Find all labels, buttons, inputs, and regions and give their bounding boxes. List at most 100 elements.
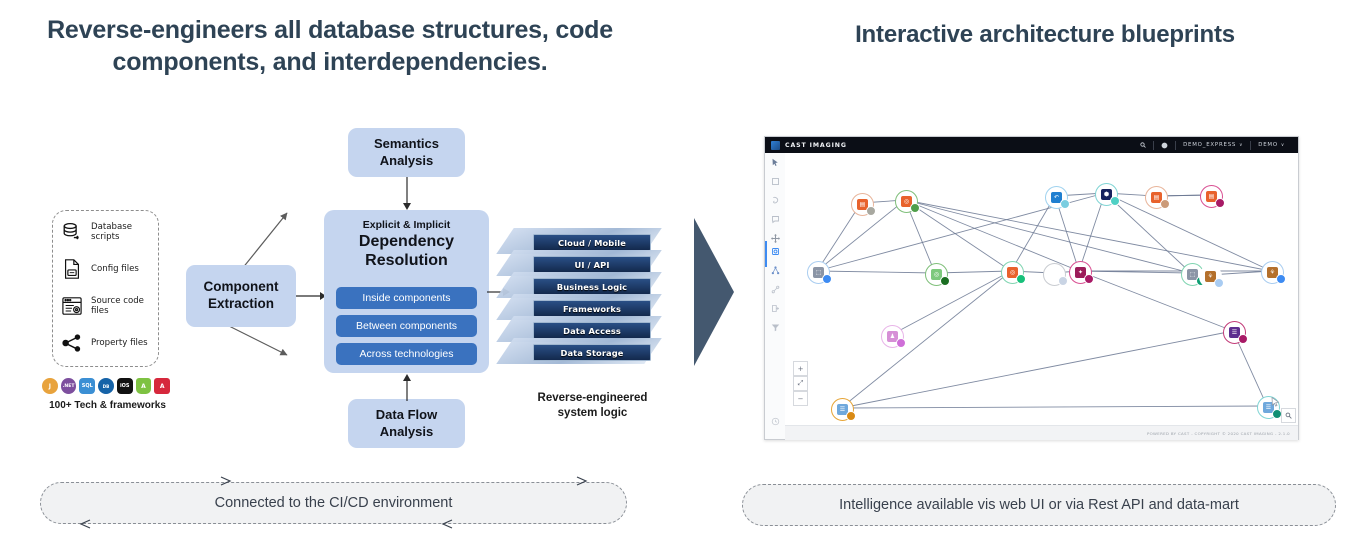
graph-edge — [904, 199, 1080, 272]
intelligence-bar-label: Intelligence available vis web UI or via… — [839, 497, 1239, 513]
database-icon — [59, 219, 85, 245]
graph-node[interactable]: ▤ — [851, 193, 876, 216]
topbar-actions: DEMO_EXPRESS ∨ DEMO ∨ — [1133, 140, 1298, 150]
dependency-pill-across-technologies[interactable]: Across technologies — [336, 343, 477, 365]
graph-node[interactable]: ☰ — [1223, 321, 1248, 344]
app-product-name: CAST IMAGING — [785, 141, 847, 149]
graph-node[interactable]: ▤ — [1200, 185, 1225, 208]
settings-clock-icon[interactable] — [769, 415, 781, 427]
dependency-pill-inside-components[interactable]: Inside components — [336, 287, 477, 309]
config-file-icon — [59, 256, 85, 282]
stack-layer-label: Frameworks — [562, 303, 621, 314]
mouse-cursor-icon — [1271, 397, 1280, 407]
graph-node[interactable]: ▤ — [1145, 186, 1170, 209]
square-select-icon[interactable] — [769, 175, 781, 187]
active-tool-indicator — [765, 241, 767, 267]
graph-edge — [840, 403, 1268, 409]
app-footer: POWERED BY CAST - COPYRIGHT © 2020 CAST … — [785, 425, 1298, 440]
graph-edge — [816, 270, 936, 276]
graph-node[interactable]: ⚘ — [1261, 261, 1286, 284]
angular-icon: A — [154, 378, 171, 394]
graph-node-badge — [910, 203, 920, 213]
stack-layer-label: Business Logic — [556, 281, 628, 292]
lasso-icon[interactable] — [769, 194, 781, 206]
graph-edge — [840, 270, 1012, 409]
graph-node[interactable]: ⬢ — [1095, 183, 1120, 206]
property-share-icon — [59, 330, 85, 356]
app-selector-dropdown[interactable]: DEMO_EXPRESS ∨ — [1176, 142, 1250, 148]
hierarchy-icon[interactable] — [769, 264, 781, 276]
graph-edge — [904, 199, 1192, 275]
user-selector-dropdown[interactable]: DEMO ∨ — [1251, 142, 1292, 148]
graph-node[interactable]: ⬚ — [807, 261, 832, 284]
semantics-to-dependency-arrow — [403, 177, 411, 210]
dependency-pill-label: Between components — [356, 320, 457, 332]
graph-node-badge — [940, 276, 950, 286]
filter-icon[interactable] — [769, 321, 781, 333]
graph-node[interactable]: ☰ — [831, 398, 856, 421]
graph-node-badge — [1016, 274, 1026, 284]
pill-arrow-left-icon — [79, 519, 91, 529]
source-item-config-files: Config files — [59, 252, 158, 286]
pill-arrow-left-icon — [441, 519, 453, 529]
oracle-icon: DB — [98, 378, 114, 394]
comment-icon[interactable] — [769, 213, 781, 225]
graph-node-badge — [1160, 199, 1170, 209]
zoom-out-label: − — [797, 394, 804, 403]
cursor-select-icon[interactable] — [769, 156, 781, 168]
zoom-out-button[interactable]: − — [793, 391, 808, 406]
zoom-in-label: + — [797, 364, 804, 373]
stack-layer-label: UI / API — [574, 259, 610, 270]
android-icon: A — [135, 378, 152, 394]
chevron-down-icon: ∨ — [1280, 142, 1285, 148]
source-code-icon — [59, 293, 85, 319]
ci-cd-bar-label: Connected to the CI/CD environment — [214, 495, 453, 511]
move-icon[interactable] — [769, 232, 781, 244]
zoom-in-button[interactable]: + — [793, 361, 808, 376]
graph-edge — [890, 270, 1012, 336]
graph-node[interactable]: ◎ — [1001, 261, 1026, 284]
ci-cd-bar: Connected to the CI/CD environment — [40, 476, 627, 529]
graph-node[interactable]: ↶ — [1045, 186, 1070, 209]
stack-layer-label: Data Storage — [560, 347, 624, 358]
page-title-left: Reverse-engineers all database structure… — [47, 16, 613, 76]
stack-layer: Data Storage — [496, 338, 662, 364]
app-selector-label: DEMO_EXPRESS — [1183, 142, 1237, 148]
graph-node-badge — [1110, 196, 1120, 206]
dependency-subtitle: Explicit & Implicit — [362, 219, 451, 231]
system-logic-stack: Cloud / Mobile UI / API Business Logic F… — [496, 228, 662, 364]
dependency-title: Dependency Resolution — [358, 233, 455, 270]
graph-node[interactable]: ⚘ — [1199, 265, 1224, 288]
graph-node-badge — [1276, 274, 1286, 284]
graph-node-badge — [1215, 198, 1225, 208]
graph-search-button[interactable] — [1281, 408, 1296, 423]
graph-node-badge — [1058, 276, 1068, 286]
dependency-graph-canvas[interactable]: ▤ ◎ ↶ ⬢ ▤ ▤ ⬚ ◎ ◎ ✒ ✦ ⬚ ⚘ ⚘ ♟ ☰ ☰ ☰ + ⤢ − — [785, 153, 1298, 425]
cast-logo-icon — [771, 140, 780, 150]
graph-edge — [1104, 192, 1272, 272]
data-flow-analysis-box[interactable]: Data Flow Analysis — [348, 399, 465, 448]
help-icon[interactable] — [1154, 142, 1175, 149]
graph-node[interactable]: ◎ — [895, 190, 920, 213]
dependency-pill-between-components[interactable]: Between components — [336, 315, 477, 337]
graph-node[interactable]: ◎ — [925, 263, 950, 286]
layers-icon[interactable] — [769, 245, 781, 257]
graph-node[interactable]: ♟ — [881, 325, 906, 348]
stack-layer-label: Data Access — [563, 325, 621, 336]
graph-node[interactable]: ✦ — [1069, 261, 1094, 284]
zoom-fit-button[interactable]: ⤢ — [793, 376, 808, 391]
zoom-fit-label: ⤢ — [797, 379, 804, 387]
app-left-toolbar[interactable] — [765, 153, 786, 439]
search-icon[interactable] — [1133, 142, 1153, 148]
sql-icon: SQL — [79, 378, 96, 394]
data-flow-analysis-label: Data Flow Analysis — [375, 407, 438, 439]
slide-canvas: Reverse-engineers all database structure… — [0, 0, 1350, 546]
source-item-label: Property files — [91, 337, 148, 348]
semantics-analysis-box[interactable]: Semantics Analysis — [348, 128, 465, 177]
export-icon[interactable] — [769, 302, 781, 314]
dependency-pill-label: Across technologies — [359, 348, 454, 360]
cast-imaging-app-window[interactable]: CAST IMAGING DEMO_EXPRESS ∨ DEMO ∨ ▤ ◎ ↶… — [764, 136, 1299, 440]
path-icon[interactable] — [769, 283, 781, 295]
dependency-pill-label: Inside components — [362, 292, 451, 304]
graph-node[interactable]: ✒ — [1043, 263, 1068, 286]
